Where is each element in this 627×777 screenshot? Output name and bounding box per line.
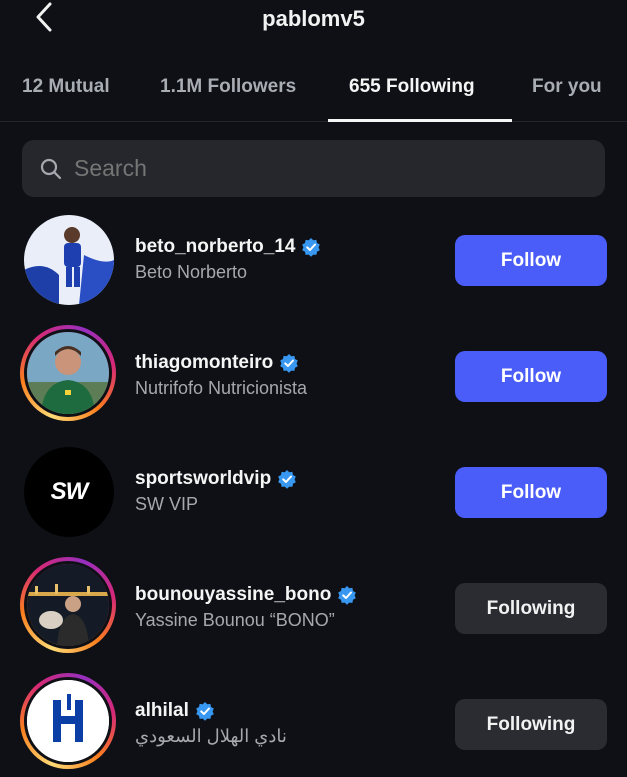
account-name: SW VIP (135, 494, 199, 514)
avatar[interactable]: SW (24, 447, 114, 537)
following-button[interactable]: Following (455, 699, 607, 750)
follow-button[interactable]: Follow (455, 235, 607, 286)
list-item[interactable]: beto_norberto_14 Beto Norberto Follow (0, 202, 627, 318)
account-info: beto_norberto_14 Beto Norberto (135, 236, 321, 283)
avatar[interactable] (20, 673, 116, 769)
following-button[interactable]: Following (455, 583, 607, 634)
follow-button[interactable]: Follow (455, 351, 607, 402)
account-name: Yassine Bounou “BONO” (135, 610, 335, 630)
verified-badge-icon (196, 702, 214, 721)
tab-following[interactable]: 655 Following (349, 76, 475, 98)
tab-followers[interactable]: 1.1M Followers (160, 76, 296, 98)
account-name: نادي الهلال السعودي (135, 726, 287, 746)
account-name: Nutrifofo Nutricionista (135, 378, 308, 398)
verified-badge-icon (302, 238, 321, 257)
list-item[interactable]: SW sportsworldvip SW VIP Follow (0, 434, 627, 550)
profile-username: pablomv5 (262, 6, 365, 31)
avatar[interactable] (20, 557, 116, 653)
follow-button[interactable]: Follow (455, 467, 607, 518)
avatar[interactable] (24, 215, 114, 305)
header: pablomv5 (0, 0, 627, 40)
list-item[interactable]: thiagomonteiro Nutrifofo Nutricionista F… (0, 318, 627, 434)
account-info: bounouyassine_bono Yassine Bounou “BONO” (135, 584, 357, 631)
tab-mutual[interactable]: 12 Mutual (22, 76, 110, 98)
account-name: Beto Norberto (135, 262, 248, 282)
account-info: thiagomonteiro Nutrifofo Nutricionista (135, 352, 307, 399)
account-handle[interactable]: beto_norberto_14 (135, 236, 295, 258)
search-input[interactable] (74, 155, 554, 182)
account-info: alhilal نادي الهلال السعودي (135, 700, 287, 747)
list-item[interactable]: alhilal نادي الهلال السعودي Following (0, 666, 627, 777)
alhilal-logo-icon (27, 680, 109, 762)
list-item[interactable]: bounouyassine_bono Yassine Bounou “BONO”… (0, 550, 627, 666)
account-handle[interactable]: bounouyassine_bono (135, 584, 331, 606)
avatar-logo-text: SW (50, 478, 89, 505)
account-handle[interactable]: alhilal (135, 700, 189, 722)
verified-badge-icon (338, 586, 357, 605)
tab-for-you[interactable]: For you (532, 76, 602, 98)
account-info: sportsworldvip SW VIP (135, 468, 297, 515)
account-handle[interactable]: thiagomonteiro (135, 352, 273, 374)
search-icon (40, 158, 62, 179)
active-tab-indicator (328, 119, 512, 122)
search-bar[interactable] (22, 140, 605, 197)
verified-badge-icon (280, 354, 299, 373)
verified-badge-icon (278, 470, 296, 489)
tab-bar: 12 Mutual 1.1M Followers 655 Following F… (0, 68, 627, 122)
avatar[interactable] (20, 325, 116, 421)
account-handle[interactable]: sportsworldvip (135, 468, 271, 490)
